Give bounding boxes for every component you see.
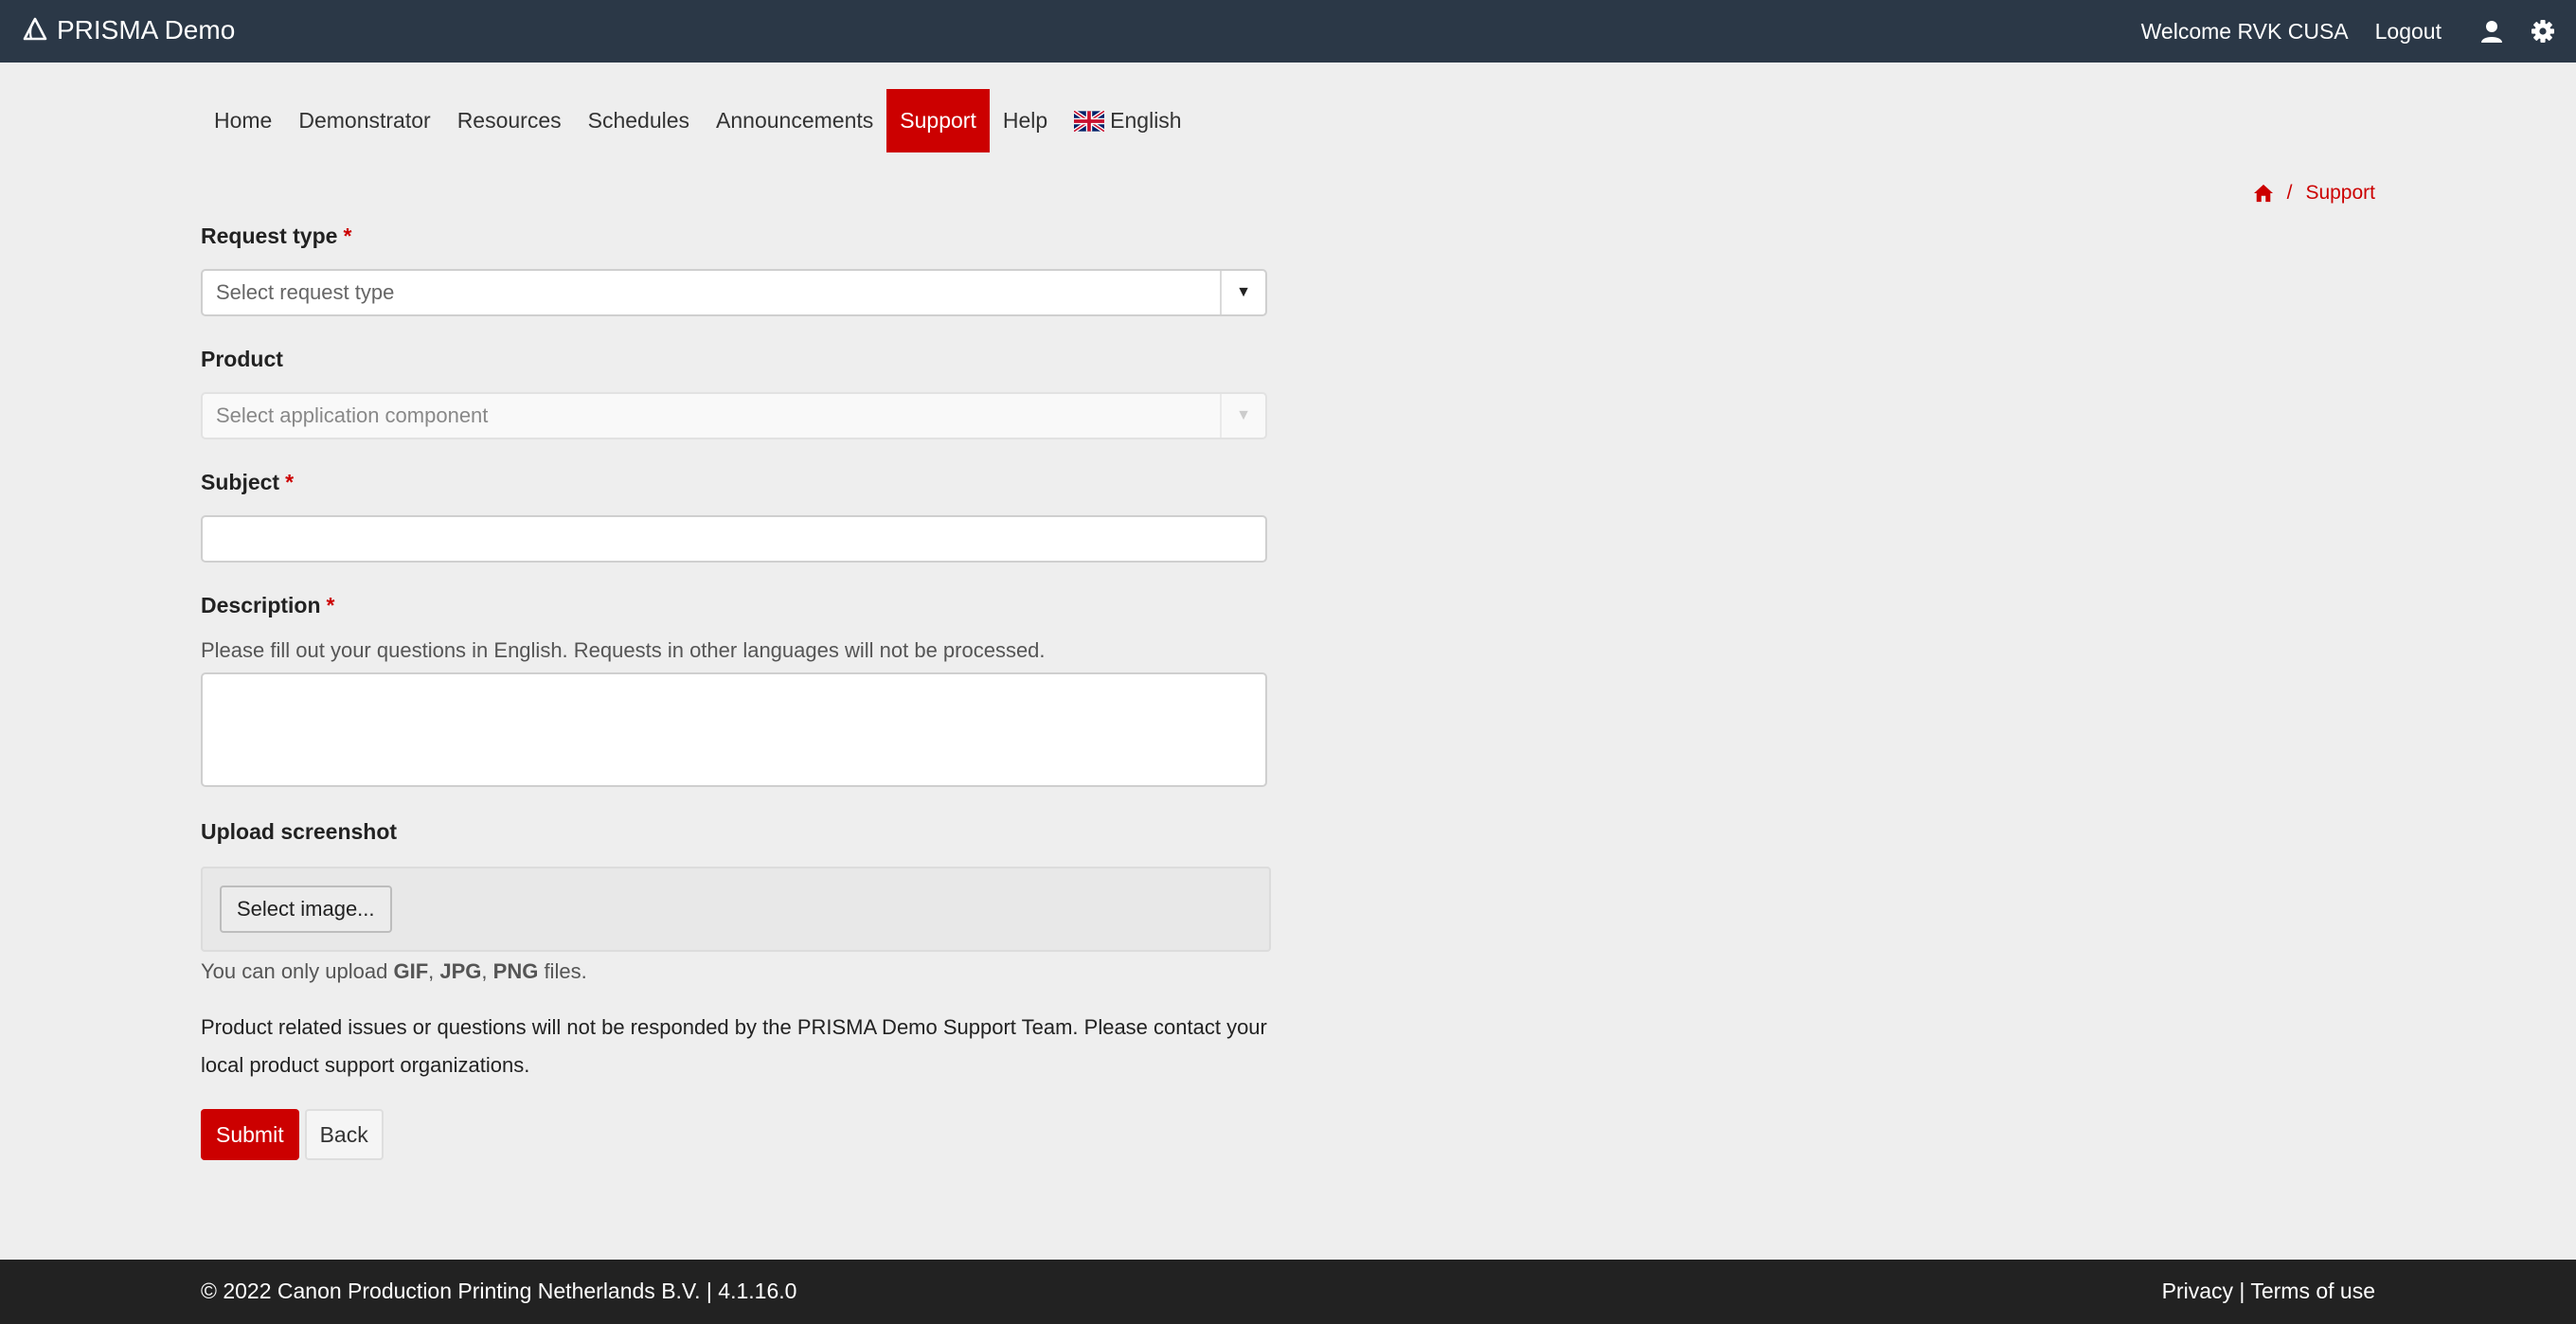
copyright-text: © 2022 Canon Production Printing Netherl… xyxy=(201,1279,797,1303)
footer: © 2022 Canon Production Printing Netherl… xyxy=(0,1260,2576,1324)
nav-item-label: Help xyxy=(1002,108,1048,133)
nav-item-help[interactable]: Help xyxy=(990,89,1061,152)
brand[interactable]: PRISMA Demo xyxy=(21,11,235,49)
top-bar: PRISMA Demo Welcome RVK CUSA Logout xyxy=(0,0,2576,63)
request-type-select[interactable]: Select request type ▼ xyxy=(201,269,1267,316)
back-button[interactable]: Back xyxy=(304,1109,384,1160)
nav-item-announcements[interactable]: Announcements xyxy=(703,89,886,152)
home-icon[interactable] xyxy=(2253,184,2274,203)
terms-link[interactable]: Terms of use xyxy=(2250,1279,2375,1303)
nav-item-label: Schedules xyxy=(587,108,690,133)
nav-item-label: Home xyxy=(214,108,273,133)
breadcrumb-current: Support xyxy=(2305,182,2375,204)
nav-item-label: Announcements xyxy=(716,108,874,133)
uk-flag-icon xyxy=(1074,110,1105,132)
footer-links: Privacy | Terms of use xyxy=(2162,1279,2375,1304)
top-right-menu: Welcome RVK CUSA Logout xyxy=(2141,11,2555,51)
select-image-button[interactable]: Select image... xyxy=(220,886,392,933)
nav-item-language[interactable]: English xyxy=(1061,89,1194,152)
privacy-link[interactable]: Privacy xyxy=(2162,1279,2233,1303)
nav-item-label: Demonstrator xyxy=(298,108,431,133)
breadcrumb-separator: / xyxy=(2286,182,2293,204)
nav-item-resources[interactable]: Resources xyxy=(444,89,575,152)
upload-screenshot-label: Upload screenshot xyxy=(201,818,398,844)
logout-link[interactable]: Logout xyxy=(2375,19,2442,45)
subject-input[interactable] xyxy=(201,515,1267,563)
nav-item-label: Resources xyxy=(456,108,562,133)
nav-item-home[interactable]: Home xyxy=(201,89,285,152)
breadcrumb: / Support xyxy=(2253,180,2375,206)
description-label: Description * xyxy=(201,592,335,617)
gear-icon[interactable] xyxy=(2531,19,2555,44)
upload-dropzone[interactable]: Select image... xyxy=(201,867,1271,952)
brand-name: PRISMA Demo xyxy=(57,15,236,45)
main-nav: Home Demonstrator Resources Schedules An… xyxy=(201,89,1195,152)
support-note: Product related issues or questions will… xyxy=(201,1015,1267,1077)
subject-label: Subject * xyxy=(201,469,295,494)
chevron-down-icon[interactable]: ▼ xyxy=(1220,394,1265,438)
welcome-text: Welcome RVK CUSA xyxy=(2140,18,2349,44)
product-placeholder: Select application component xyxy=(216,403,489,427)
chevron-down-icon[interactable]: ▼ xyxy=(1220,271,1265,314)
nav-item-support[interactable]: Support xyxy=(886,89,990,152)
support-form: Request type * Select request type ▼ Prod… xyxy=(201,220,1271,1160)
product-label: Product xyxy=(201,346,283,371)
user-icon[interactable] xyxy=(2479,19,2504,44)
description-help: Please fill out your questions in Englis… xyxy=(201,638,1046,662)
footer-separator: | xyxy=(2233,1279,2251,1303)
product-select[interactable]: Select application component ▼ xyxy=(201,392,1267,439)
nav-item-label: Support xyxy=(900,108,976,133)
description-textarea[interactable] xyxy=(201,672,1267,787)
request-type-placeholder: Select request type xyxy=(216,280,395,304)
nav-item-demonstrator[interactable]: Demonstrator xyxy=(285,89,443,152)
upload-help: You can only upload GIF, JPG, PNG files. xyxy=(201,959,587,983)
submit-button[interactable]: Submit xyxy=(201,1109,299,1160)
request-type-label: Request type * xyxy=(201,223,352,248)
nav-item-label: English xyxy=(1110,108,1182,133)
nav-item-schedules[interactable]: Schedules xyxy=(575,89,703,152)
prisma-logo-icon xyxy=(23,17,47,41)
